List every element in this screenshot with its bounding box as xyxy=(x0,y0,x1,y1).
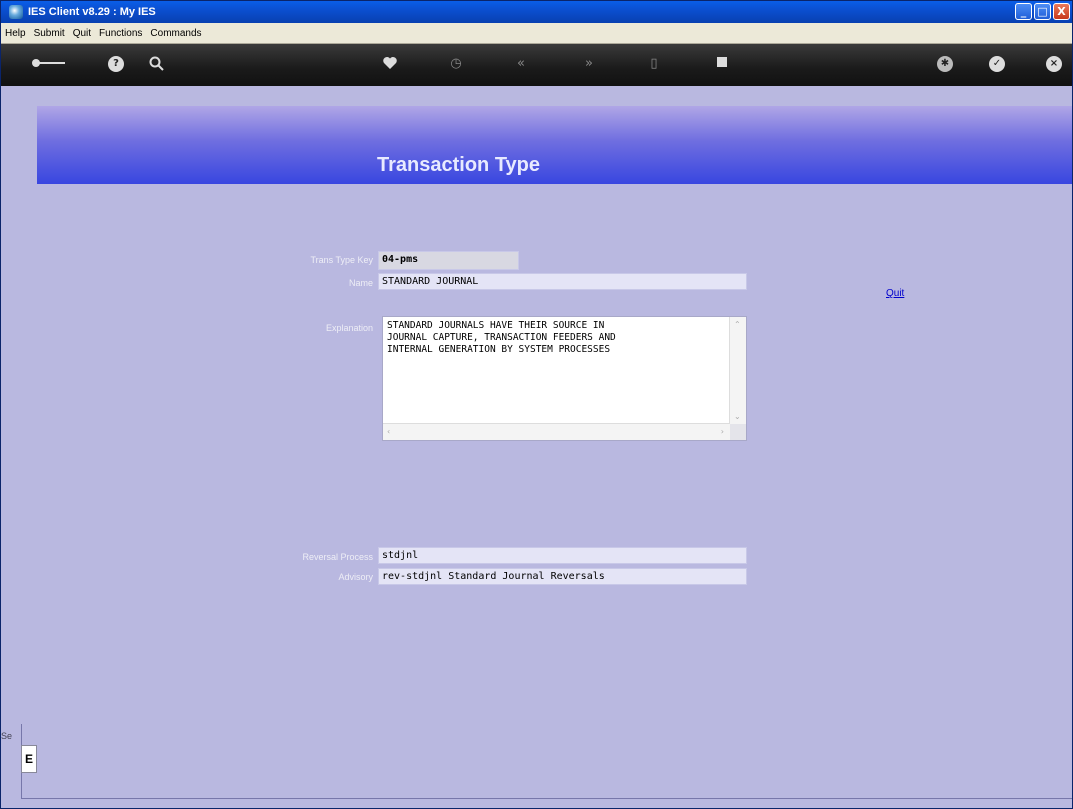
key-icon[interactable] xyxy=(31,56,67,74)
vertical-scrollbar[interactable]: ⌃ ⌄ xyxy=(729,317,746,424)
close-window-button[interactable]: X xyxy=(1053,3,1070,20)
trans-type-key-label: Trans Type Key xyxy=(310,255,373,265)
maximize-button[interactable]: □ xyxy=(1034,3,1051,20)
content-area: Transaction Type Quit Trans Type Key 04-… xyxy=(1,86,1072,808)
explanation-textarea[interactable]: STANDARD JOURNALS HAVE THEIR SOURCE IN J… xyxy=(382,316,747,441)
scroll-up-icon[interactable]: ⌃ xyxy=(734,320,741,329)
clock-icon[interactable]: ◷ xyxy=(448,56,464,74)
menu-functions[interactable]: Functions xyxy=(95,28,146,39)
forward-icon[interactable]: » xyxy=(581,56,597,74)
scroll-left-icon[interactable]: ‹ xyxy=(387,427,390,436)
window-controls: _ □ X xyxy=(1015,3,1070,20)
horizontal-scrollbar[interactable]: ‹ › xyxy=(383,423,730,440)
trans-type-key-field[interactable]: 04-pms xyxy=(378,251,519,270)
scroll-corner xyxy=(730,424,746,440)
menu-submit[interactable]: Submit xyxy=(30,28,69,39)
reversal-process-field[interactable]: stdjnl xyxy=(378,547,747,564)
window-title: IES Client v8.29 : My IES xyxy=(28,6,156,18)
app-window: IES Client v8.29 : My IES _ □ X Help Sub… xyxy=(0,0,1073,809)
menu-help[interactable]: Help xyxy=(1,28,30,39)
reversal-process-label: Reversal Process xyxy=(302,552,373,562)
side-input[interactable]: E xyxy=(21,745,37,773)
bottom-divider xyxy=(21,798,1072,799)
heart-icon[interactable] xyxy=(382,56,398,74)
explanation-text: STANDARD JOURNALS HAVE THEIR SOURCE IN J… xyxy=(387,320,616,355)
document-icon[interactable]: ▯ xyxy=(646,56,662,74)
menu-quit[interactable]: Quit xyxy=(69,28,95,39)
minimize-button[interactable]: _ xyxy=(1015,3,1032,20)
toolbar: ? ◷ « » ▯ ✱ ✓ × xyxy=(1,44,1072,86)
name-label: Name xyxy=(348,278,373,288)
side-label: Se xyxy=(1,731,13,741)
explanation-label: Explanation xyxy=(325,323,373,333)
name-field[interactable]: STANDARD JOURNAL xyxy=(378,273,747,290)
options-icon[interactable]: ✱ xyxy=(937,56,953,72)
ok-icon[interactable]: ✓ xyxy=(989,56,1005,72)
quit-link[interactable]: Quit xyxy=(886,288,904,299)
scroll-right-icon[interactable]: › xyxy=(721,427,724,436)
advisory-field[interactable]: rev-stdjnl Standard Journal Reversals xyxy=(378,568,747,585)
page-banner: Transaction Type xyxy=(37,106,1072,184)
menu-bar: Help Submit Quit Functions Commands xyxy=(1,23,1072,44)
stop-icon[interactable] xyxy=(714,56,730,74)
menu-commands[interactable]: Commands xyxy=(146,28,205,39)
title-bar: IES Client v8.29 : My IES _ □ X xyxy=(1,1,1072,23)
scroll-down-icon[interactable]: ⌄ xyxy=(734,412,741,421)
search-icon[interactable] xyxy=(149,56,165,74)
close-icon[interactable]: × xyxy=(1046,56,1062,72)
help-icon[interactable]: ? xyxy=(108,56,124,72)
advisory-label: Advisory xyxy=(338,572,373,582)
page-title: Transaction Type xyxy=(377,154,541,176)
back-icon[interactable]: « xyxy=(513,56,529,74)
app-icon xyxy=(9,5,23,19)
